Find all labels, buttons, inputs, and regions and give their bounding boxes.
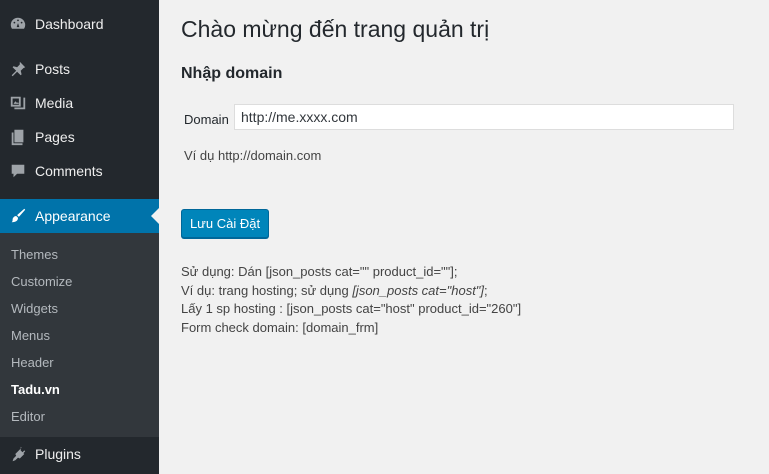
section-title: Nhập domain	[181, 65, 283, 82]
usage-line-4: Form check domain: [domain_frm]	[181, 319, 379, 335]
sidebar-item-label: Media	[35, 95, 74, 111]
sidebar-item-plugins[interactable]: Plugins	[0, 437, 159, 471]
usage-line-2-suffix: ;	[484, 282, 488, 298]
submenu-item-header[interactable]: Header	[11, 355, 54, 370]
sidebar-item-label: Pages	[35, 129, 75, 145]
sidebar-item-label: Appearance	[35, 208, 111, 224]
usage-line-1: Sử dụng: Dán [json_posts cat="" product_…	[181, 264, 458, 279]
brush-icon	[8, 206, 28, 226]
sidebar-item-label: Plugins	[35, 446, 81, 462]
pin-icon	[8, 59, 28, 79]
usage-line-2-prefix: Ví dụ: trang hosting; sử dụng	[181, 282, 353, 298]
submenu-item-themes[interactable]: Themes	[11, 247, 58, 262]
media-icon	[8, 93, 28, 113]
submenu-item-customize[interactable]: Customize	[11, 274, 72, 289]
comment-icon	[8, 161, 28, 181]
sidebar-item-label: Posts	[35, 61, 71, 77]
active-indicator	[151, 208, 159, 224]
sidebar-item-media[interactable]: Media	[0, 86, 159, 120]
dashboard-icon	[8, 14, 28, 34]
domain-label: Domain	[184, 112, 229, 127]
page-title: Chào mừng đến trang quản trị	[181, 16, 490, 42]
sidebar-item-posts[interactable]: Posts	[0, 52, 159, 86]
admin-sidebar: Dashboard Posts Media Pages Comments App…	[0, 0, 159, 474]
plugin-icon	[8, 444, 28, 464]
save-settings-button[interactable]: Lưu Cài Đặt	[181, 209, 269, 238]
appearance-submenu: Themes Customize Widgets Menus Header Ta…	[0, 233, 159, 437]
submenu-item-tadu[interactable]: Tadu.vn	[11, 382, 60, 397]
domain-input[interactable]	[234, 104, 734, 130]
sidebar-item-label: Dashboard	[35, 16, 104, 32]
sidebar-item-comments[interactable]: Comments	[0, 154, 159, 188]
sidebar-item-appearance[interactable]: Appearance	[0, 199, 159, 233]
usage-line-2-shortcode: [json_posts cat="host"]	[352, 282, 485, 298]
sidebar-item-pages[interactable]: Pages	[0, 120, 159, 154]
submenu-item-widgets[interactable]: Widgets	[11, 301, 58, 316]
submenu-item-editor[interactable]: Editor	[11, 409, 45, 424]
usage-instructions: Sử dụng: Dán [json_posts cat="" product_…	[181, 263, 521, 337]
sidebar-item-dashboard[interactable]: Dashboard	[0, 7, 159, 41]
domain-example-text: Ví dụ http://domain.com	[184, 148, 322, 163]
usage-line-2: Ví dụ: trang hosting; sử dụng [json_post…	[181, 282, 521, 301]
sidebar-item-label: Comments	[35, 163, 103, 179]
pages-icon	[8, 127, 28, 147]
usage-line-3: Lấy 1 sp hosting : [json_posts cat="host…	[181, 301, 522, 316]
submenu-item-menus[interactable]: Menus	[11, 328, 50, 343]
